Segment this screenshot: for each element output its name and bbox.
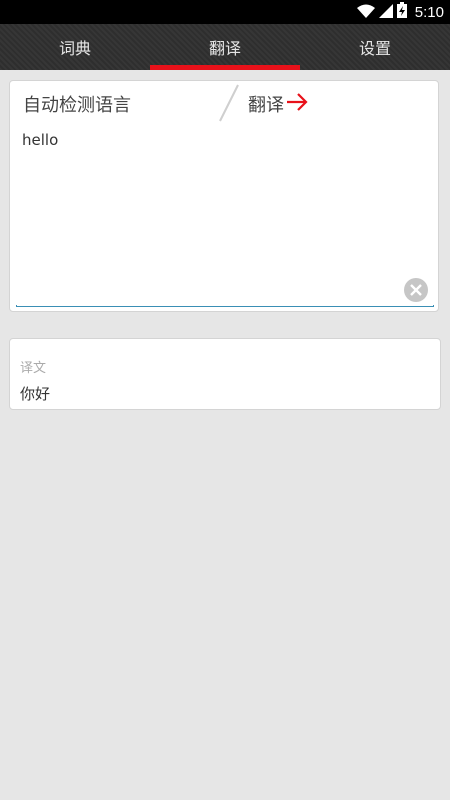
source-language-selector[interactable]: 自动检测语言: [23, 91, 131, 117]
translation-input-card: 自动检测语言 翻译 hello: [9, 80, 439, 312]
wifi-icon: [356, 3, 375, 22]
tab-translate[interactable]: 翻译: [150, 24, 300, 70]
clear-icon: [410, 281, 422, 300]
tab-label: 设置: [358, 39, 391, 58]
clear-button[interactable]: [404, 278, 428, 302]
translate-button[interactable]: 翻译: [248, 91, 308, 117]
tab-label: 词典: [58, 39, 91, 58]
status-bar: 5:10: [0, 0, 450, 24]
battery-charging-icon: [396, 2, 407, 22]
tab-settings[interactable]: 设置: [300, 24, 450, 70]
input-underline: [16, 305, 434, 307]
result-label: 译文: [20, 361, 47, 376]
arrow-right-icon: [286, 92, 308, 116]
translation-result-card: 译文 你好: [9, 338, 441, 410]
result-text[interactable]: 你好: [20, 383, 50, 404]
cellular-signal-icon: [378, 3, 393, 22]
translate-button-label: 翻译: [248, 95, 284, 116]
tab-dictionary[interactable]: 词典: [0, 24, 150, 70]
tab-label: 翻译: [208, 39, 241, 58]
language-divider: [219, 84, 239, 122]
tab-bar: 词典 翻译 设置: [0, 24, 450, 70]
status-time: 5:10: [414, 3, 444, 21]
language-row: 自动检测语言 翻译: [10, 81, 438, 125]
source-text-input[interactable]: hello: [22, 131, 392, 301]
status-icons: 5:10: [356, 0, 444, 24]
